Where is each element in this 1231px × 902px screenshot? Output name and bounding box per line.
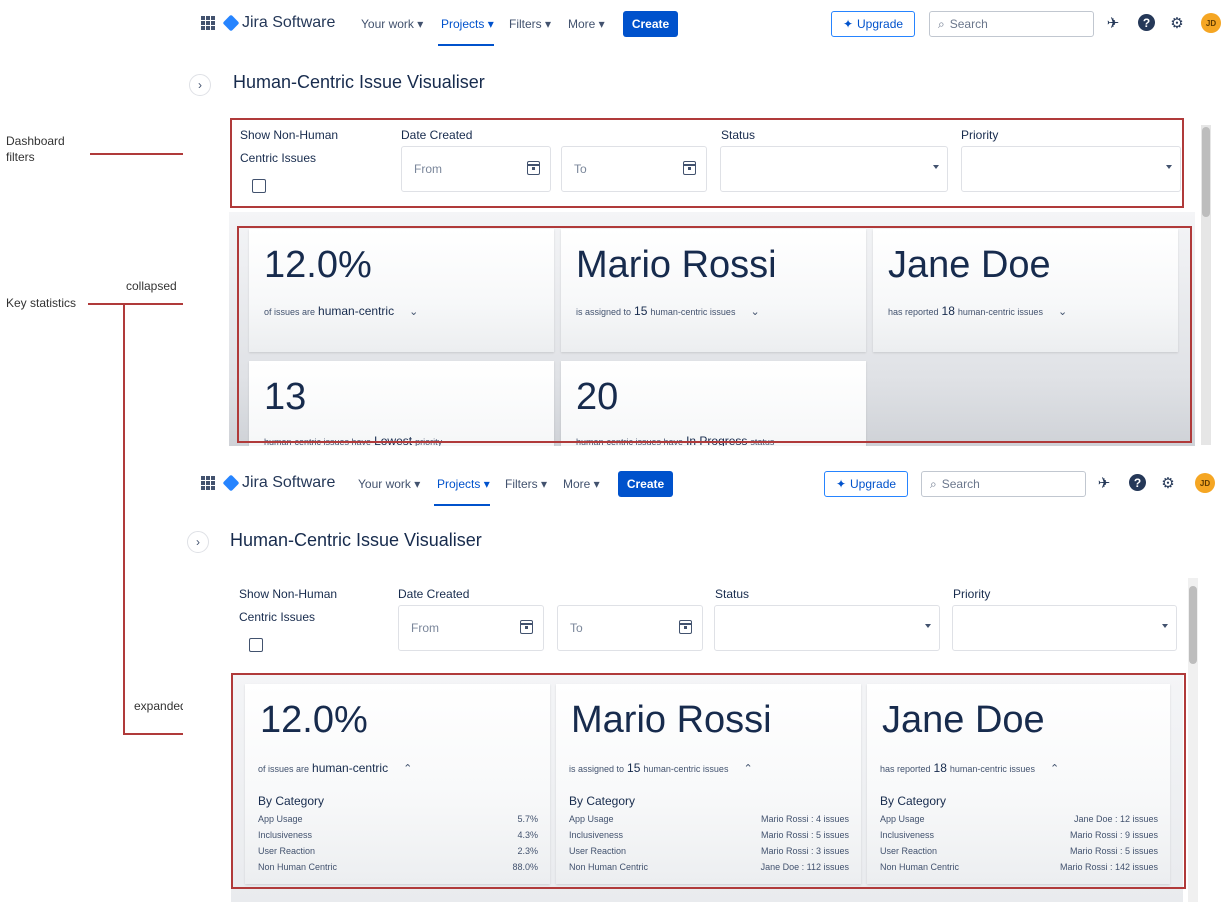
filters-highlight-box	[230, 118, 1184, 208]
app-switcher-icon[interactable]	[201, 16, 215, 30]
scrollbar[interactable]	[1201, 125, 1211, 445]
upgrade-label: Upgrade	[850, 477, 897, 491]
avatar[interactable]: JD	[1201, 13, 1221, 33]
priority-label: Priority	[953, 587, 991, 601]
key-stats-connector	[88, 303, 124, 305]
product-name: Jira Software	[242, 14, 336, 31]
date-from-field[interactable]: From	[398, 605, 544, 651]
nav-projects[interactable]: Projects ▾	[441, 17, 494, 31]
chevron-down-icon	[925, 624, 931, 628]
non-human-checkbox[interactable]	[249, 638, 263, 652]
sparkle-icon: ✦	[842, 17, 854, 31]
annotation-line: filters	[6, 150, 35, 164]
date-to-placeholder: To	[570, 621, 583, 635]
gear-icon[interactable]: ⚙	[1159, 474, 1177, 492]
active-tab-underline	[434, 504, 490, 506]
nav-filters[interactable]: Filters ▾	[509, 17, 551, 31]
create-button[interactable]: Create	[618, 471, 673, 497]
scrollbar[interactable]	[1188, 578, 1198, 902]
nav-more[interactable]: More ▾	[563, 477, 600, 491]
nav-label: Filters	[505, 477, 538, 491]
annotation-expanded: expanded	[134, 699, 187, 713]
nav-your-work[interactable]: Your work ▾	[358, 477, 420, 491]
create-button[interactable]: Create	[623, 11, 678, 37]
help-icon[interactable]: ?	[1138, 14, 1155, 31]
nav-filters[interactable]: Filters ▾	[505, 477, 547, 491]
page-title: Human-Centric Issue Visualiser	[233, 72, 485, 92]
annotation-key-statistics: Key statistics	[6, 296, 77, 310]
scroll-thumb[interactable]	[1189, 586, 1197, 664]
label-line: Show Non-Human	[239, 587, 338, 601]
jira-logo[interactable]: Jira Software	[222, 474, 336, 492]
jira-mark-icon	[222, 474, 240, 492]
key-stats-vertical-line	[123, 303, 125, 735]
top-navigation: Jira Software Your work ▾ Projects ▾ Fil…	[183, 460, 1231, 508]
calendar-icon[interactable]	[520, 620, 533, 634]
app-switcher-icon[interactable]	[201, 476, 215, 490]
status-select[interactable]	[714, 605, 940, 651]
search-placeholder: Search	[949, 17, 988, 31]
help-icon[interactable]: ?	[1129, 474, 1146, 491]
nav-more[interactable]: More ▾	[568, 17, 605, 31]
upgrade-button[interactable]: ✦ Upgrade	[824, 471, 908, 497]
nav-label: More	[563, 477, 591, 491]
status-label: Status	[715, 587, 750, 601]
sidebar-expand-button[interactable]: ›	[187, 531, 209, 553]
nav-label: Your work	[361, 17, 414, 31]
scroll-thumb[interactable]	[1202, 127, 1210, 217]
annotation-line: Dashboard	[6, 134, 65, 148]
product-name: Jira Software	[242, 474, 336, 491]
search-placeholder: Search	[941, 477, 980, 491]
nav-label: Projects	[437, 477, 481, 491]
sidebar-expand-button[interactable]: ›	[189, 74, 211, 96]
calendar-icon[interactable]	[679, 620, 692, 634]
collapsed-stats-highlight-box	[237, 226, 1192, 443]
nav-label: More	[568, 17, 596, 31]
gear-icon[interactable]: ⚙	[1168, 14, 1186, 32]
annotation-collapsed: collapsed	[126, 279, 177, 293]
nav-label: Filters	[509, 17, 542, 31]
chevron-down-icon	[1162, 624, 1168, 628]
upgrade-label: Upgrade	[857, 17, 904, 31]
date-from-placeholder: From	[411, 621, 439, 635]
sparkle-icon: ✦	[835, 477, 847, 491]
search-icon: ⌕	[938, 16, 945, 31]
top-navigation: Jira Software Your work ▾ Projects ▾ Fil…	[183, 0, 1231, 48]
nav-label: Projects	[441, 17, 485, 31]
search-input[interactable]: ⌕ Search	[929, 11, 1094, 37]
notifications-icon[interactable]: ✈	[1095, 474, 1113, 492]
nav-projects[interactable]: Projects ▾	[437, 477, 490, 491]
expanded-stats-highlight-box	[231, 673, 1186, 889]
jira-mark-icon	[222, 14, 240, 32]
search-input[interactable]: ⌕ Search	[921, 471, 1086, 497]
non-human-filter-label: Show Non-Human Centric Issues	[239, 586, 337, 625]
nav-your-work[interactable]: Your work ▾	[361, 17, 423, 31]
page-title: Human-Centric Issue Visualiser	[230, 530, 482, 550]
jira-logo[interactable]: Jira Software	[222, 14, 336, 32]
avatar[interactable]: JD	[1195, 473, 1215, 493]
priority-select[interactable]	[952, 605, 1177, 651]
active-tab-underline	[438, 44, 494, 46]
notifications-icon[interactable]: ✈	[1104, 14, 1122, 32]
search-icon: ⌕	[930, 476, 937, 491]
upgrade-button[interactable]: ✦ Upgrade	[831, 11, 915, 37]
date-to-field[interactable]: To	[557, 605, 703, 651]
nav-label: Your work	[358, 477, 411, 491]
date-created-label: Date Created	[398, 587, 470, 601]
annotation-dashboard-filters: Dashboard filters	[6, 133, 65, 165]
label-line: Centric Issues	[239, 610, 316, 624]
